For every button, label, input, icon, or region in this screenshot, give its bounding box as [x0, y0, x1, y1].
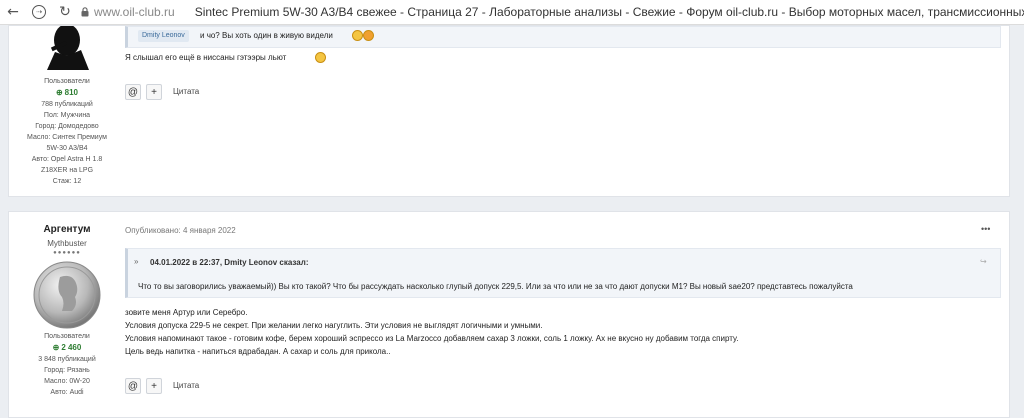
reload-icon[interactable]: ↻	[52, 0, 78, 24]
address-bar[interactable]: www.oil-club.ru	[94, 5, 175, 19]
author-posts: 3 848 публикаций	[38, 356, 96, 363]
smile-icon	[352, 30, 363, 41]
forward-icon[interactable]: ⇢	[26, 0, 52, 24]
post-menu-button[interactable]: •••	[981, 224, 990, 234]
user-mention[interactable]: Dmity Leonov	[138, 30, 189, 42]
smile-icon	[363, 30, 374, 41]
quote-text: Что то вы заговорились уважаемый)) Вы кт…	[138, 282, 853, 291]
author-panel: Аргентум Mythbuster ●●●●●● Пользователи …	[9, 212, 125, 398]
post-line: Условия напоминают такое - готовим кофе,…	[125, 334, 739, 343]
author-oil: Масло: 0W-20	[44, 378, 90, 385]
author-role: Пользователи	[44, 333, 90, 340]
post-body: Я слышал его ещё в ниссаны гэтээры льют	[125, 53, 287, 62]
author-car-2: Z18XER на LPG	[40, 167, 94, 174]
mention-button[interactable]: @	[125, 84, 141, 100]
post-card: Пользователи ⊕ 810 788 публикаций Пол: М…	[8, 25, 1010, 197]
reputation-badge: ⊕ 2 460	[52, 343, 82, 352]
quote-block: Dmity Leonov и чо? Вы хоть один в живую …	[125, 26, 1001, 48]
author-panel: Пользователи ⊕ 810 788 публикаций Пол: М…	[9, 26, 125, 187]
rank-pips: ●●●●●●	[53, 250, 81, 256]
back-icon[interactable]: ←	[0, 0, 26, 24]
author-name[interactable]: Аргентум	[9, 224, 125, 236]
quote-text: и чо? Вы хоть один в живую видели	[200, 31, 333, 40]
lock-icon[interactable]	[78, 7, 92, 17]
quote-button[interactable]: Цитата	[173, 381, 199, 390]
quote-block: » 04.01.2022 в 22:37, Dmity Leonov сказа…	[125, 248, 1001, 298]
quote-header[interactable]: 04.01.2022 в 22:37, Dmity Leonov сказал:	[150, 258, 309, 267]
author-oil: Масло: Синтек Премиум	[27, 134, 107, 141]
avatar[interactable]	[37, 26, 97, 70]
author-oil-2: 5W-30 A3/B4	[46, 145, 88, 152]
post-line: зовите меня Артур или Серебро.	[125, 308, 248, 317]
author-posts: 788 публикаций	[41, 101, 93, 108]
mention-button[interactable]: @	[125, 378, 141, 394]
reputation-badge: ⊕ 810	[55, 88, 78, 97]
quote-expand-icon[interactable]: »	[134, 257, 138, 266]
quote-link-icon[interactable]: ↪	[980, 257, 987, 266]
post-card: Аргентум Mythbuster ●●●●●● Пользователи …	[8, 211, 1010, 418]
post-date: Опубликовано: 4 января 2022	[125, 226, 236, 235]
avatar[interactable]	[32, 261, 102, 329]
author-rank: Mythbuster	[47, 239, 87, 248]
author-experience: Стаж: 12	[52, 178, 82, 185]
quote-button[interactable]: Цитата	[173, 87, 199, 96]
page-title: Sintec Premium 5W-30 A3/B4 свежее - Стра…	[194, 5, 1024, 19]
multiquote-button[interactable]: +	[146, 84, 162, 100]
post-content: Dmity Leonov и чо? Вы хоть один в живую …	[125, 26, 1009, 196]
author-car: Авто: Audi	[50, 389, 84, 396]
smile-icon	[315, 52, 326, 63]
plus-circle-icon: ⊕	[52, 343, 60, 352]
multiquote-button[interactable]: +	[146, 378, 162, 394]
author-city: Город: Домодедово	[35, 123, 99, 130]
author-role: Пользователи	[44, 78, 90, 85]
author-gender: Пол: Мужчина	[43, 112, 91, 119]
plus-circle-icon: ⊕	[55, 88, 63, 97]
post-line: Цель ведь напитка - напиться вдрабадан. …	[125, 347, 391, 356]
author-city: Город: Рязань	[44, 367, 90, 374]
post-line: Условия допуска 229-5 не секрет. При жел…	[125, 321, 543, 330]
browser-toolbar: ← ⇢ ↻ www.oil-club.ru Sintec Premium 5W-…	[0, 0, 1024, 25]
post-content: Опубликовано: 4 января 2022 ••• » 04.01.…	[125, 212, 1009, 417]
author-car: Авто: Opel Astra H 1.8	[31, 156, 103, 163]
